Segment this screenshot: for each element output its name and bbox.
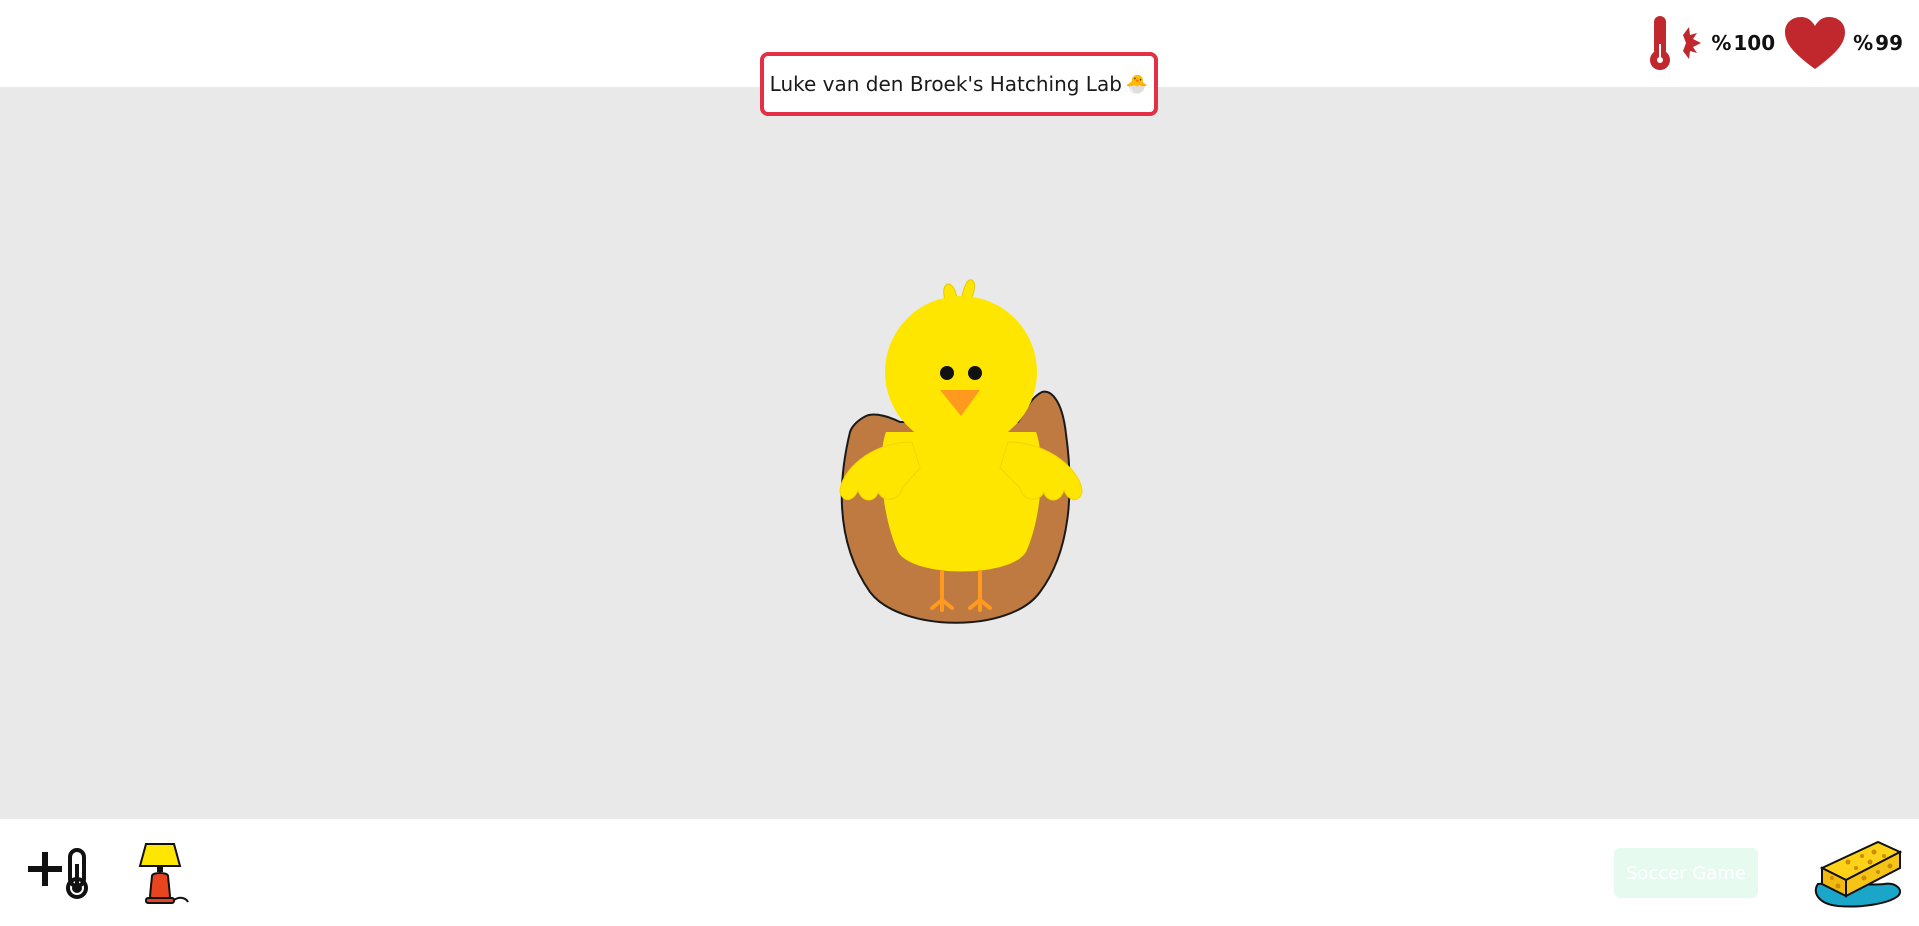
sponge-clean-button[interactable] bbox=[1808, 834, 1904, 914]
increase-temperature-button[interactable] bbox=[26, 848, 96, 904]
heat-lamp-button[interactable] bbox=[138, 842, 190, 908]
temperature-number: 100 bbox=[1733, 31, 1776, 55]
health-value: % 99 bbox=[1853, 31, 1903, 55]
heat-burst-icon bbox=[1679, 27, 1702, 59]
page-title: Luke van den Broek's Hatching Lab bbox=[769, 72, 1122, 96]
plus-thermometer-icon bbox=[28, 848, 88, 899]
temperature-value: % 100 bbox=[1711, 31, 1775, 55]
health-number: 99 bbox=[1875, 31, 1903, 55]
thermometer-icon bbox=[1650, 16, 1671, 70]
heart-icon bbox=[1785, 17, 1846, 69]
health-percent-sign: % bbox=[1853, 31, 1874, 55]
lab-title-box: Luke van den Broek's Hatching Lab 🐣 bbox=[760, 52, 1158, 116]
temperature-stat: % 100 bbox=[1647, 14, 1775, 72]
health-stat: % 99 bbox=[1783, 15, 1903, 71]
stats-panel: % 100 % 99 bbox=[1647, 14, 1903, 72]
hatching-chick-emoji: 🐣 bbox=[1125, 73, 1149, 95]
soccer-game-button[interactable]: Soccer Game bbox=[1614, 848, 1758, 898]
chick-character[interactable] bbox=[830, 272, 1090, 642]
lamp-icon bbox=[138, 843, 189, 904]
sponge-icon bbox=[1814, 840, 1903, 908]
chick-illustration bbox=[839, 279, 1083, 624]
temperature-percent-sign: % bbox=[1711, 31, 1732, 55]
